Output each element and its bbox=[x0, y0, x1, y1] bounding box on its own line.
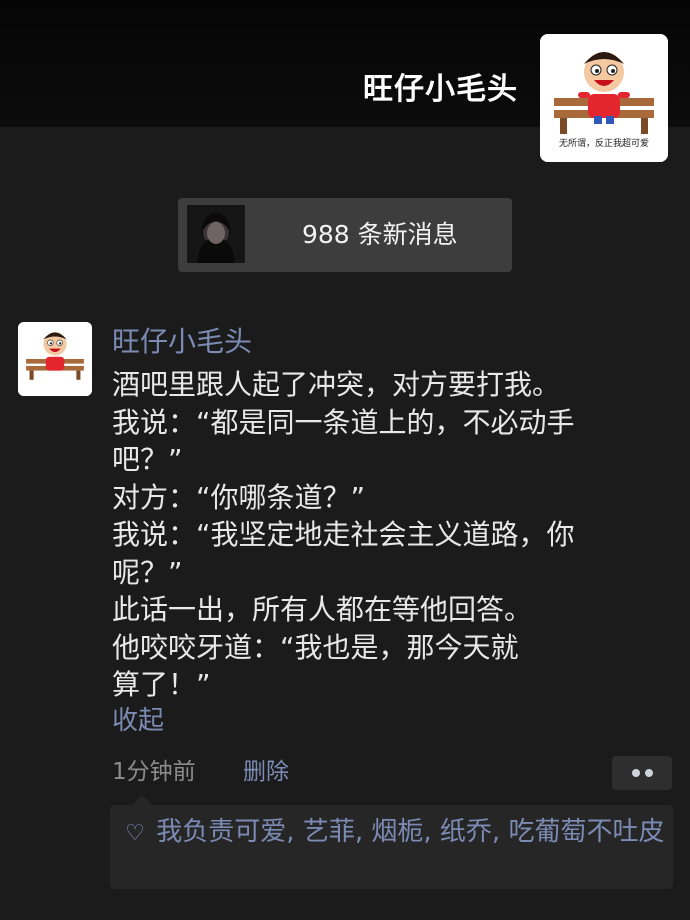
delete-link[interactable]: 删除 bbox=[243, 755, 289, 789]
liker-name[interactable]: 烟栀 bbox=[371, 817, 423, 847]
wangzai-mascot-icon bbox=[18, 322, 92, 396]
post-text-line: 酒吧里跟人起了冲突，对方要打我。 bbox=[112, 368, 561, 401]
liker-name[interactable]: 吃葡萄不吐皮 bbox=[508, 817, 664, 847]
post-text-line: 他咬咬牙道：“我也是，那今天就 bbox=[112, 630, 519, 664]
more-dots-icon bbox=[632, 769, 640, 777]
post-author-name[interactable]: 旺仔小毛头 bbox=[112, 322, 252, 362]
moments-page: 旺仔小毛头 无所谓，反正我超可爱 988 条新消息 旺仔小毛头 酒吧里跟人起了冲… bbox=[0, 0, 690, 920]
likes-pointer bbox=[132, 795, 152, 805]
liker-name[interactable]: 我负责可爱 bbox=[156, 817, 286, 847]
post-text-line: 此话一出，所有人都在等他回答。 bbox=[112, 593, 533, 626]
new-messages-notice[interactable]: 988 条新消息 bbox=[178, 198, 512, 272]
notice-sender-avatar bbox=[187, 205, 245, 263]
post-text-line: 吧？” bbox=[112, 443, 183, 476]
likes-panel: ♡ 我负责可爱, 艺菲, 烟栀, 纸乔, 吃葡萄不吐皮 bbox=[110, 795, 673, 889]
liker-name[interactable]: 纸乔 bbox=[440, 817, 492, 847]
post-text-line: 算了！” bbox=[112, 668, 211, 701]
likes-separator: , bbox=[354, 817, 364, 847]
heart-outline-icon: ♡ bbox=[125, 821, 145, 846]
likes-list: ♡ 我负责可爱, 艺菲, 烟栀, 纸乔, 吃葡萄不吐皮 bbox=[122, 815, 667, 851]
new-messages-count: 988 条新消息 bbox=[302, 220, 458, 249]
cover-user-name: 旺仔小毛头 bbox=[363, 72, 518, 107]
liker-name[interactable]: 艺菲 bbox=[303, 817, 355, 847]
likes-separator: , bbox=[491, 817, 501, 847]
more-actions-button[interactable] bbox=[612, 756, 672, 790]
post-content: 酒吧里跟人起了冲突，对方要打我。 我说：“都是同一条道上的，不必动手 吧？” 对… bbox=[112, 366, 652, 704]
more-dots-icon bbox=[645, 769, 653, 777]
post-text-line: 呢？” bbox=[112, 555, 183, 589]
likes-separator: , bbox=[423, 817, 432, 847]
cover-banner[interactable]: 旺仔小毛头 无所谓，反正我超可爱 bbox=[0, 0, 690, 162]
post-text-line: 我说：“都是同一条道上的，不必动手 bbox=[112, 405, 575, 439]
post-text-line: 我说：“我坚定地走社会主义道路，你 bbox=[112, 518, 575, 551]
post-timestamp: 1分钟前 bbox=[112, 759, 196, 785]
profile-avatar[interactable]: 无所谓，反正我超可爱 bbox=[540, 34, 668, 162]
post-text-line: 对方：“你哪条道？” bbox=[112, 480, 366, 514]
person-photo-icon bbox=[187, 205, 245, 263]
post-author-avatar[interactable] bbox=[18, 322, 92, 396]
likes-separator: , bbox=[286, 817, 295, 847]
collapse-link[interactable]: 收起 bbox=[112, 703, 164, 739]
avatar-caption: 无所谓，反正我超可爱 bbox=[558, 139, 649, 149]
